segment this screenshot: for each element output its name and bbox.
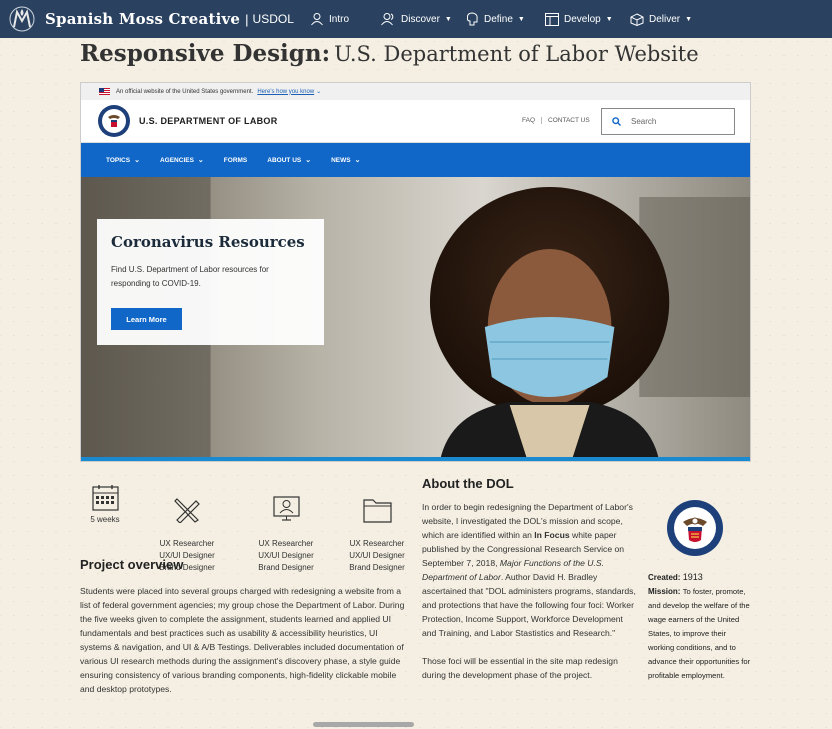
faq-link: FAQ (516, 117, 543, 124)
overview-text: Students were placed into several groups… (80, 586, 405, 694)
nav-item-label: Intro (329, 13, 350, 25)
page-title-bold: Responsive Design: (80, 40, 331, 67)
dol-header: U.S. DEPARTMENT OF LABOR FAQ CONTACT US … (81, 100, 750, 143)
caret-down-icon: ▼ (444, 15, 452, 23)
nav-item-label: Develop (564, 13, 601, 25)
caret-down-icon: ▼ (517, 15, 525, 23)
chevron-down-icon: ⌄ (354, 157, 361, 164)
nav-item-label: Deliver (649, 13, 681, 25)
logo-icon[interactable] (7, 4, 37, 34)
mock-search-box: Search (601, 108, 735, 135)
header-links: FAQ CONTACT US (516, 117, 596, 124)
dol-seal-image (667, 500, 723, 556)
role-text: UX Researcher UX/UI Designer Brand Desig… (349, 539, 405, 572)
role-item: UX Researcher UX/UI Designer Brand Desig… (342, 484, 412, 574)
calendar-icon (91, 485, 119, 511)
promo-title: Coronavirus Resources (111, 233, 305, 251)
chevron-down-icon: ⌄ (305, 157, 312, 164)
search-placeholder: Search (631, 117, 657, 126)
promo-text: Find U.S. Department of Labor resources … (111, 265, 269, 288)
nav-item-deliver[interactable]: Deliver ▼ (630, 0, 692, 38)
dol-seal-icon (98, 105, 130, 137)
top-navbar: Spanish Moss Creative | USDOL Intro Disc… (0, 0, 832, 38)
website-mockup-image: An official website of the United States… (80, 82, 751, 462)
brain-icon (466, 12, 478, 26)
created-value: 1913 (682, 572, 703, 582)
learn-more-button: Learn More (111, 308, 182, 330)
search-icon (612, 117, 621, 126)
dol-facts: Created: 1913 Mission: To foster, promot… (648, 570, 752, 683)
role-text: UX Researcher UX/UI Designer Brand Desig… (258, 539, 314, 572)
menu-topics: TOPICS ⌄ (106, 156, 140, 165)
layout-icon (545, 12, 559, 26)
dept-name: U.S. DEPARTMENT OF LABOR (139, 116, 278, 126)
menu-forms: FORMS (223, 156, 248, 164)
caret-down-icon: ▼ (605, 15, 613, 23)
overview-heading: Project overview (80, 557, 184, 572)
promo-card: Coronavirus Resources Find U.S. Departme… (97, 219, 324, 345)
chevron-down-icon: ⌄ (134, 157, 140, 164)
hero-banner: Coronavirus Resources Find U.S. Departme… (81, 177, 750, 461)
mission-value: To foster, promote, and develop the welf… (648, 587, 751, 680)
menu-about: ABOUT US ⌄ (267, 156, 312, 165)
gov-banner: An official website of the United States… (81, 83, 750, 100)
contact-link: CONTACT US (548, 117, 590, 124)
gov-banner-text: An official website of the United States… (116, 88, 254, 95)
user-screen-icon (272, 496, 300, 521)
nav-item-intro[interactable]: Intro (310, 0, 349, 38)
dol-menu: TOPICS ⌄ AGENCIES ⌄ FORMS ABOUT US ⌄ NEWS ⌄ (81, 143, 750, 177)
brand-separator: | (245, 11, 249, 27)
about-paragraph-2: Those foci will be essential in the site… (422, 656, 618, 680)
nav-item-discover[interactable]: Discover ▼ (381, 0, 452, 38)
nav-item-label: Discover (401, 13, 440, 25)
brand-name[interactable]: Spanish Moss Creative (45, 10, 240, 28)
nav-item-develop[interactable]: Develop ▼ (545, 0, 613, 38)
gov-banner-link: Here's how you know (257, 88, 315, 95)
us-flag-icon (99, 88, 110, 95)
folder-icon (362, 499, 392, 523)
about-text: In order to begin redesigning the Depart… (422, 500, 638, 693)
menu-agencies: AGENCIES ⌄ (159, 156, 204, 165)
role-item: UX Researcher UX/UI Designer Brand Desig… (251, 484, 321, 574)
menu-news: NEWS ⌄ (331, 156, 361, 165)
brand-subtitle: USDOL (252, 12, 294, 26)
about-heading: About the DOL (422, 476, 514, 491)
chevron-down-icon: ⌄ (316, 89, 322, 95)
page-title-rest: U.S. Department of Labor Website (334, 42, 699, 66)
horizontal-scrollbar[interactable] (313, 722, 414, 727)
person-icon (311, 13, 323, 26)
duration-item: 5 weeks (86, 484, 124, 526)
page-title: Responsive Design: U.S. Department of Lab… (80, 40, 699, 67)
nav-item-define[interactable]: Define ▼ (466, 0, 525, 38)
people-icon (381, 13, 394, 26)
caret-down-icon: ▼ (685, 15, 693, 23)
pencil-ruler-icon (173, 498, 200, 523)
mission-label: Mission: (648, 587, 681, 596)
nav-item-label: Define (484, 13, 513, 25)
duration-text: 5 weeks (90, 515, 120, 524)
hero-accent-bar (81, 457, 750, 461)
chevron-down-icon: ⌄ (197, 157, 204, 164)
created-label: Created: (648, 573, 681, 582)
box-icon (630, 12, 644, 26)
